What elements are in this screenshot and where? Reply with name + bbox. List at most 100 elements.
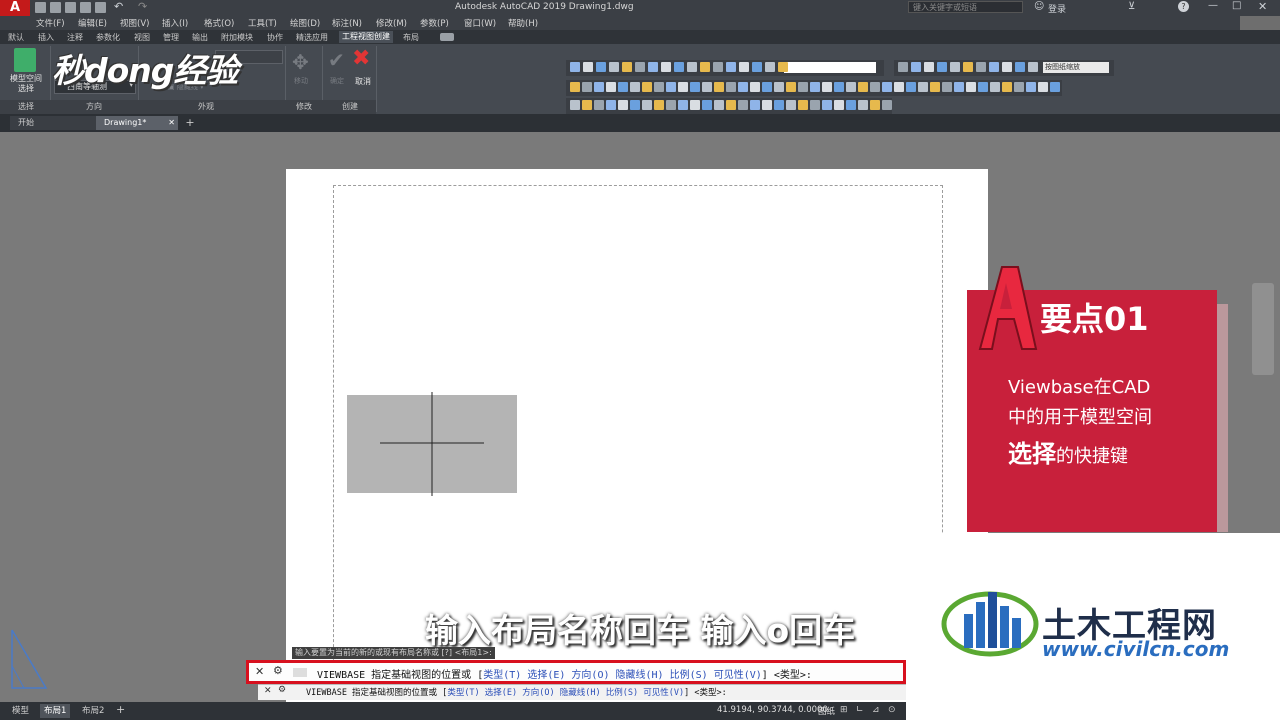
- toolbar-tool-icon[interactable]: [642, 82, 652, 92]
- menu-view[interactable]: 视图(V): [120, 17, 149, 29]
- navigation-bar[interactable]: [1252, 283, 1274, 375]
- help-icon[interactable]: ?: [1178, 1, 1189, 12]
- toolbar-tool-icon[interactable]: [582, 82, 592, 92]
- tab-featured-apps[interactable]: 精选应用: [296, 32, 328, 43]
- toolbar-tool-icon[interactable]: [990, 82, 1000, 92]
- toolbar-tool-icon[interactable]: [966, 82, 976, 92]
- tab-drawing-view-creation[interactable]: 工程视图创建: [339, 31, 393, 43]
- menu-edit[interactable]: 编辑(E): [78, 17, 107, 29]
- toolbar-tool-icon[interactable]: [594, 100, 604, 110]
- toolbar-tool-icon[interactable]: [942, 82, 952, 92]
- menu-parametric[interactable]: 参数(P): [420, 17, 449, 29]
- toolbar-tool-icon[interactable]: [726, 100, 736, 110]
- toolbar-tool-icon[interactable]: [786, 100, 796, 110]
- menu-tools[interactable]: 工具(T): [248, 17, 277, 29]
- search-input[interactable]: 键入关键字或短语: [908, 1, 1023, 13]
- close-tab-icon[interactable]: ✕: [168, 116, 175, 130]
- toolbar-tool-icon[interactable]: [954, 82, 964, 92]
- toolbar-tool-icon[interactable]: [765, 62, 775, 72]
- toolbar-tool-icon[interactable]: [894, 82, 904, 92]
- toolbar-tool-icon[interactable]: [924, 62, 934, 72]
- toolbar-tool-icon[interactable]: [774, 82, 784, 92]
- toolbar-tool-icon[interactable]: [858, 82, 868, 92]
- toolbar-tool-icon[interactable]: [898, 62, 908, 72]
- toolbar-tool-icon[interactable]: [786, 82, 796, 92]
- add-layout-icon[interactable]: +: [116, 703, 125, 716]
- toolbar-tool-icon[interactable]: [738, 82, 748, 92]
- option-hidden-lines[interactable]: 隐藏线(H): [616, 670, 664, 681]
- menu-format[interactable]: 格式(O): [204, 17, 234, 29]
- toolbar-tool-icon[interactable]: [714, 100, 724, 110]
- command-recent-icon[interactable]: [293, 668, 307, 677]
- new-tab-icon[interactable]: +: [184, 117, 196, 129]
- toolbar-tool-icon[interactable]: [700, 62, 710, 72]
- tab-default[interactable]: 默认: [8, 32, 24, 43]
- toolbar-tool-icon[interactable]: [654, 82, 664, 92]
- option-select[interactable]: 选择(E): [527, 670, 565, 681]
- option-visibility[interactable]: 可见性(V): [643, 688, 684, 698]
- toolbar-tool-icon[interactable]: [750, 100, 760, 110]
- autocad-logo-icon[interactable]: A: [0, 0, 30, 16]
- cancel-button[interactable]: 取消: [355, 76, 371, 87]
- option-select[interactable]: 选择(E): [485, 688, 517, 698]
- toolbar-tool-icon[interactable]: [870, 100, 880, 110]
- toolbar-tool-icon[interactable]: [978, 82, 988, 92]
- toolbar-tool-icon[interactable]: [630, 100, 640, 110]
- toolbar-tool-icon[interactable]: [858, 100, 868, 110]
- toolbar-tool-icon[interactable]: [930, 82, 940, 92]
- command-close-icon[interactable]: ✕: [264, 686, 272, 696]
- toolbar-tool-icon[interactable]: [596, 62, 606, 72]
- tab-start[interactable]: 开始: [10, 116, 98, 130]
- option-hidden-lines[interactable]: 隐藏线(H): [560, 688, 601, 698]
- tab-addins[interactable]: 附加模块: [221, 32, 253, 43]
- layout-tab-model[interactable]: 模型: [8, 704, 33, 718]
- toolbar-tool-icon[interactable]: [678, 100, 688, 110]
- toolbar-tool-icon[interactable]: [882, 100, 892, 110]
- tab-layout[interactable]: 布局: [403, 32, 419, 43]
- toolbar-tool-icon[interactable]: [1038, 82, 1048, 92]
- save-icon[interactable]: [65, 2, 76, 13]
- snap-icon[interactable]: ⊞: [840, 705, 848, 715]
- toolbar-tool-icon[interactable]: [726, 62, 736, 72]
- toolbar-tool-icon[interactable]: [713, 62, 723, 72]
- toolbar-tool-icon[interactable]: [834, 100, 844, 110]
- toolbar-tool-icon[interactable]: [642, 100, 652, 110]
- menu-window[interactable]: 窗口(W): [464, 17, 496, 29]
- menu-insert[interactable]: 插入(I): [162, 17, 188, 29]
- toolbar-tool-icon[interactable]: [750, 82, 760, 92]
- toolbar-tool-icon[interactable]: [976, 62, 986, 72]
- toolbar-tool-icon[interactable]: [609, 62, 619, 72]
- toolbar-tool-icon[interactable]: [583, 62, 593, 72]
- toolbar-tool-icon[interactable]: [726, 82, 736, 92]
- toolbar-tool-icon[interactable]: [810, 100, 820, 110]
- toolbar-tool-icon[interactable]: [714, 82, 724, 92]
- tab-overflow-icon[interactable]: [440, 33, 454, 41]
- toolbar-tool-icon[interactable]: [594, 82, 604, 92]
- toolbar-tool-icon[interactable]: [870, 82, 880, 92]
- command-close-icon[interactable]: ✕: [255, 665, 264, 678]
- model-space-select-button[interactable]: 模型空间 选择: [6, 74, 46, 94]
- toolbar-tool-icon[interactable]: [661, 62, 671, 72]
- tab-annotate[interactable]: 注释: [67, 32, 83, 43]
- layer-dropdown[interactable]: [784, 62, 876, 73]
- menu-modify[interactable]: 修改(M): [376, 17, 407, 29]
- toolbar-tool-icon[interactable]: [582, 100, 592, 110]
- menu-help[interactable]: 帮助(H): [508, 17, 538, 29]
- toolbar-tool-icon[interactable]: [762, 82, 772, 92]
- menu-draw[interactable]: 绘图(D): [290, 17, 320, 29]
- toolbar-tool-icon[interactable]: [989, 62, 999, 72]
- toolbar-tool-icon[interactable]: [666, 82, 676, 92]
- model-space-select-icon[interactable]: [14, 48, 36, 72]
- toolbar-tool-icon[interactable]: [666, 100, 676, 110]
- toolbar-tool-icon[interactable]: [618, 82, 628, 92]
- user-icon[interactable]: ☺: [1034, 1, 1044, 12]
- cart-icon[interactable]: ⊻: [1128, 1, 1135, 12]
- undo-icon[interactable]: ↶: [114, 0, 123, 13]
- toolbar-tool-icon[interactable]: [810, 82, 820, 92]
- toolbar-tool-icon[interactable]: [937, 62, 947, 72]
- toolbar-tool-icon[interactable]: [687, 62, 697, 72]
- tab-manage[interactable]: 管理: [163, 32, 179, 43]
- polar-icon[interactable]: ⊿: [872, 705, 880, 715]
- command-settings-icon[interactable]: ⚙: [278, 685, 286, 695]
- toolbar-tool-icon[interactable]: [606, 100, 616, 110]
